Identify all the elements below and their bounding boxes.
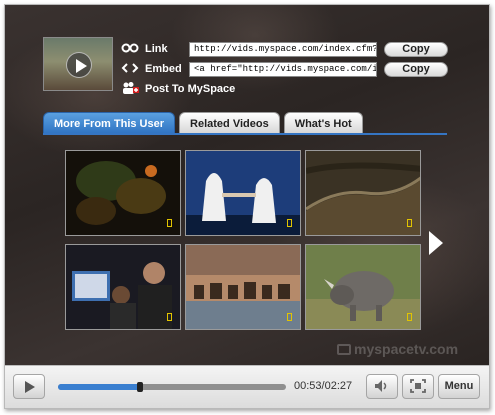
tab-more-from-this-user[interactable]: More From This User bbox=[43, 112, 176, 134]
seek-bar-handle[interactable] bbox=[137, 382, 144, 392]
channel-logo-icon bbox=[287, 313, 292, 321]
channel-logo-icon bbox=[407, 219, 412, 227]
embed-row: Embed bbox=[121, 61, 182, 77]
post-to-myspace-label: Post To MySpace bbox=[145, 83, 236, 95]
video-thumb-3[interactable] bbox=[305, 150, 421, 236]
tab-related-videos[interactable]: Related Videos bbox=[179, 112, 280, 134]
seek-bar[interactable] bbox=[58, 382, 286, 392]
video-thumb-6[interactable] bbox=[305, 244, 421, 330]
tab-whats-hot[interactable]: What's Hot bbox=[283, 112, 363, 134]
play-overlay-icon[interactable] bbox=[66, 52, 92, 78]
channel-logo-icon bbox=[287, 219, 292, 227]
link-row: Link bbox=[121, 41, 168, 57]
volume-button[interactable] bbox=[366, 374, 398, 399]
player-control-bar: 00:53/02:27 Menu bbox=[5, 365, 489, 408]
fullscreen-button[interactable] bbox=[402, 374, 434, 399]
play-button[interactable] bbox=[13, 374, 45, 399]
fullscreen-icon bbox=[403, 379, 433, 396]
channel-logo-icon bbox=[407, 313, 412, 321]
copy-link-button[interactable]: Copy bbox=[384, 42, 448, 57]
myspacetv-watermark: myspacetv.com bbox=[337, 341, 458, 357]
menu-button[interactable]: Menu bbox=[438, 374, 480, 399]
embed-code-field[interactable]: <a href="http://vids.myspace.com/ind bbox=[189, 62, 377, 77]
volume-icon bbox=[367, 379, 397, 396]
post-to-myspace-icon bbox=[121, 81, 139, 98]
seek-bar-fill bbox=[58, 384, 141, 390]
tab-underline bbox=[43, 133, 447, 135]
link-label: Link bbox=[145, 43, 168, 55]
video-thumb-4[interactable] bbox=[65, 244, 181, 330]
time-display: 00:53/02:27 bbox=[294, 380, 353, 392]
link-icon bbox=[121, 42, 139, 57]
menu-button-label: Menu bbox=[444, 380, 474, 392]
next-page-arrow-icon[interactable] bbox=[429, 231, 443, 255]
video-thumb-1[interactable] bbox=[65, 150, 181, 236]
channel-logo-icon bbox=[167, 313, 172, 321]
player-stage: Link http://vids.myspace.com/index.cfm?f… bbox=[5, 5, 489, 365]
embed-icon bbox=[121, 62, 139, 77]
copy-embed-button[interactable]: Copy bbox=[384, 62, 448, 77]
video-thumb-5[interactable] bbox=[185, 244, 301, 330]
post-to-myspace-link[interactable]: Post To MySpace bbox=[121, 81, 235, 97]
video-tabs: More From This User Related Videos What'… bbox=[43, 112, 367, 134]
embed-label: Embed bbox=[145, 63, 182, 75]
video-thumb-2[interactable] bbox=[185, 150, 301, 236]
channel-logo-icon bbox=[167, 219, 172, 227]
tv-icon bbox=[337, 344, 351, 355]
current-video-thumbnail[interactable] bbox=[43, 37, 113, 91]
video-player-frame: Link http://vids.myspace.com/index.cfm?f… bbox=[4, 4, 490, 409]
link-url-field[interactable]: http://vids.myspace.com/index.cfm?fu bbox=[189, 42, 377, 57]
